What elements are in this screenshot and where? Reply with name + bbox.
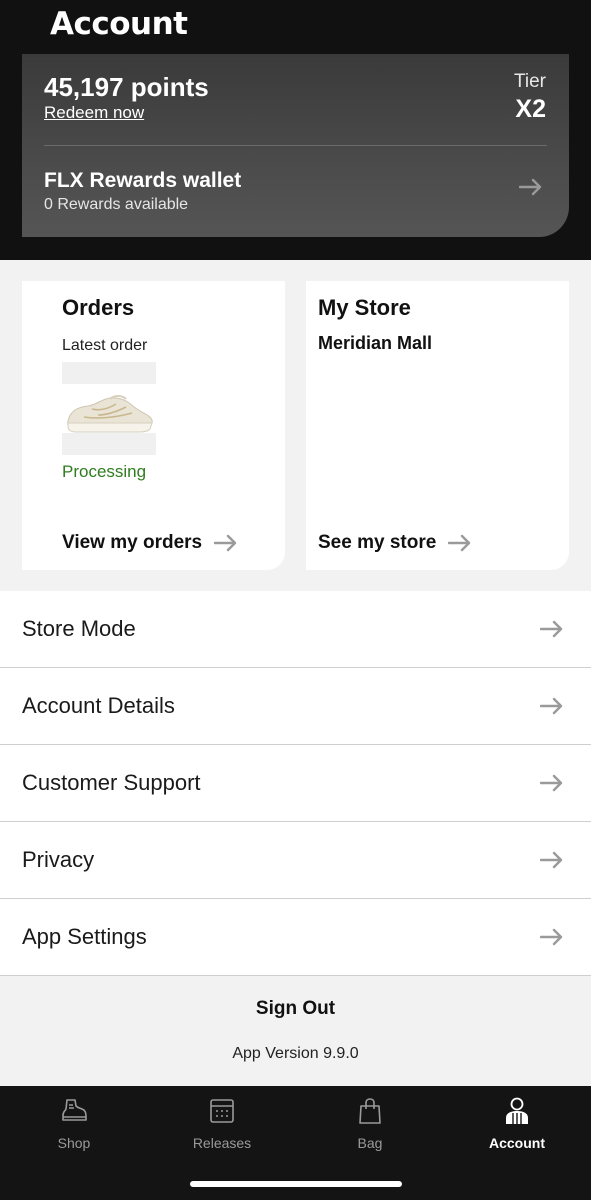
menu-item-store-mode[interactable]: Store Mode <box>0 591 591 668</box>
arrow-right-icon <box>214 534 237 552</box>
order-placeholder-bottom <box>62 433 156 455</box>
tab-label: Shop <box>57 1135 91 1151</box>
app-version: App Version 9.9.0 <box>232 1045 359 1062</box>
page-title: Account <box>50 6 188 42</box>
latest-order-label: Latest order <box>62 337 148 354</box>
account-header: Account 45,197 points Redeem now Tier X2… <box>0 0 591 260</box>
bag-icon <box>359 1098 381 1124</box>
orders-title: Orders <box>62 295 135 320</box>
wallet-title[interactable]: FLX Rewards wallet <box>44 169 241 193</box>
arrow-right-icon <box>540 928 563 946</box>
menu-item-account-details[interactable]: Account Details <box>0 668 591 745</box>
view-my-orders-link[interactable]: View my orders <box>62 532 238 554</box>
menu-item-label: Account Details <box>22 693 175 718</box>
menu-item-privacy[interactable]: Privacy <box>0 822 591 899</box>
menu-item-customer-support[interactable]: Customer Support <box>0 745 591 822</box>
my-store-title: My Store <box>318 295 411 320</box>
arrow-right-icon <box>540 697 563 715</box>
redeem-now-link[interactable]: Redeem now <box>44 103 144 123</box>
home-indicator <box>190 1181 402 1187</box>
tab-label: Account <box>489 1135 545 1151</box>
points-balance: 45,197 points <box>44 72 209 102</box>
shoe-icon <box>62 1099 87 1121</box>
sign-out-button[interactable]: Sign Out <box>0 998 591 1020</box>
orders-tile[interactable]: Orders Latest order Processing View my o… <box>22 281 285 570</box>
arrow-right-icon <box>448 534 471 552</box>
tab-label: Bag <box>357 1135 383 1151</box>
order-placeholder-top <box>62 362 156 384</box>
account-menu: Store Mode Account Details Customer Supp… <box>0 591 591 976</box>
tab-releases[interactable]: Releases <box>148 1086 296 1166</box>
order-product-image[interactable] <box>62 387 156 437</box>
order-status: Processing <box>62 462 147 481</box>
arrow-right-icon <box>540 620 563 638</box>
arrow-right-icon[interactable] <box>519 178 543 196</box>
menu-item-label: Store Mode <box>22 616 136 641</box>
view-my-orders-label: View my orders <box>62 532 203 553</box>
tab-bag[interactable]: Bag <box>296 1086 444 1166</box>
tab-account[interactable]: Account <box>443 1086 591 1166</box>
tier-value: X2 <box>515 95 546 123</box>
arrow-right-icon <box>540 851 563 869</box>
rewards-card: 45,197 points Redeem now Tier X2 FLX Rew… <box>22 54 569 237</box>
rewards-divider <box>44 145 547 146</box>
tab-label: Releases <box>192 1135 252 1151</box>
wallet-subtitle: 0 Rewards available <box>44 196 189 213</box>
menu-item-app-settings[interactable]: App Settings <box>0 899 591 976</box>
store-name: Meridian Mall <box>318 333 433 353</box>
tab-shop[interactable]: Shop <box>0 1086 148 1166</box>
arrow-right-icon <box>540 774 563 792</box>
person-icon <box>506 1097 528 1124</box>
menu-item-label: Customer Support <box>22 770 201 795</box>
tier-label: Tier <box>513 71 546 92</box>
menu-item-label: Privacy <box>22 847 95 872</box>
see-my-store-link[interactable]: See my store <box>318 532 472 554</box>
calendar-icon <box>210 1099 234 1123</box>
see-my-store-label: See my store <box>318 532 437 553</box>
menu-item-label: App Settings <box>22 924 147 949</box>
my-store-tile[interactable]: My Store Meridian Mall See my store <box>306 281 569 570</box>
